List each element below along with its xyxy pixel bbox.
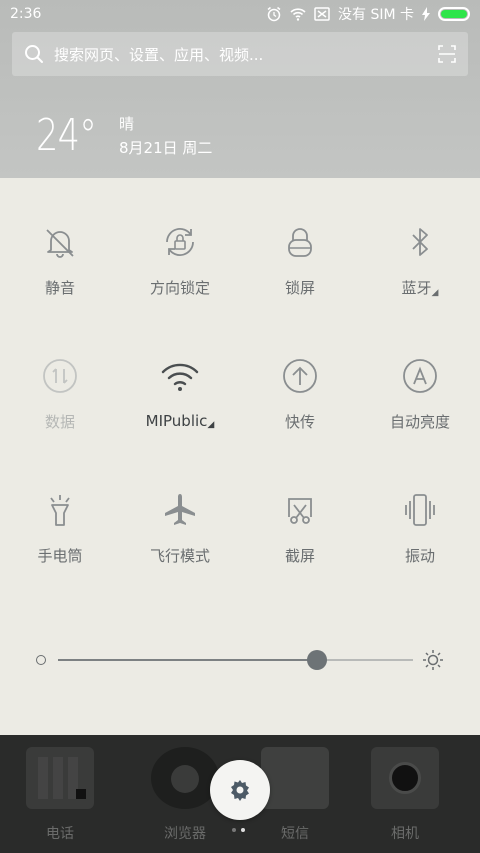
- dock-app-label: 短信: [281, 826, 309, 842]
- charging-icon: [422, 7, 430, 21]
- toggle-auto-brightness[interactable]: 自动亮度: [360, 356, 480, 432]
- search-placeholder: 搜索网页、设置、应用、视频...: [54, 45, 264, 64]
- scan-icon[interactable]: [438, 45, 456, 63]
- messages-app-icon: [261, 747, 329, 809]
- toggle-mobile-data[interactable]: 数据: [0, 356, 120, 432]
- no-sim-icon: [314, 7, 330, 21]
- brightness-handle[interactable]: [307, 650, 328, 670]
- expand-arrow-icon: ◢: [207, 420, 215, 430]
- page-indicator: [232, 828, 245, 832]
- toggle-label: 数据: [44, 413, 75, 431]
- toggle-label: MIPublic◢: [145, 412, 215, 430]
- toggle-wifi[interactable]: MIPublic◢: [120, 356, 240, 432]
- weather-date: 8月21日 周二: [119, 138, 213, 157]
- notification-header: 2:36 没有 SIM 卡 搜索网页、设置、应用、视频... 24° 晴 8月2…: [0, 0, 480, 178]
- dock-app-phone[interactable]: 电话: [10, 747, 110, 843]
- dock-app-label: 浏览器: [164, 826, 206, 842]
- toggle-label: 方向锁定: [149, 279, 210, 297]
- quick-toggles: 静音 方向锁定 锁屏 蓝牙◢ 数据 MIPublic◢ 快传 自动亮度 手电筒 …: [0, 222, 480, 566]
- dock-app-camera[interactable]: 相机: [355, 747, 455, 843]
- airplane-icon: [160, 490, 200, 529]
- search-icon: [25, 45, 43, 63]
- toggle-label: 蓝牙◢: [401, 279, 439, 298]
- sim-status-text: 没有 SIM 卡: [338, 7, 414, 23]
- auto-brightness-icon: [400, 356, 440, 395]
- toggle-screenshot[interactable]: 截屏: [240, 490, 360, 566]
- toggle-rotation-lock[interactable]: 方向锁定: [120, 222, 240, 298]
- vibrate-icon: [400, 490, 440, 529]
- search-bar[interactable]: 搜索网页、设置、应用、视频...: [12, 32, 468, 76]
- weather-condition: 晴: [119, 114, 135, 133]
- toggle-label: 截屏: [284, 547, 315, 565]
- weather-widget[interactable]: 24° 晴 8月21日 周二: [36, 110, 212, 161]
- toggle-label: 手电筒: [37, 547, 83, 565]
- toggle-label: 自动亮度: [389, 413, 450, 431]
- page-dot-current: [241, 828, 245, 832]
- phone-app-icon: [26, 747, 94, 809]
- brightness-track[interactable]: [58, 659, 413, 661]
- brightness-slider[interactable]: [36, 648, 444, 672]
- page-dot: [232, 828, 236, 832]
- gear-icon: [231, 780, 249, 801]
- toggle-vibrate[interactable]: 振动: [360, 490, 480, 566]
- alarm-icon: [267, 6, 281, 22]
- quick-transfer-icon: [280, 356, 320, 395]
- wifi-icon: [160, 356, 200, 396]
- brightness-low-icon: [36, 655, 46, 665]
- temperature: 24°: [36, 110, 97, 161]
- toggle-bluetooth[interactable]: 蓝牙◢: [360, 222, 480, 298]
- settings-button[interactable]: [210, 760, 270, 820]
- toggle-quick-transfer[interactable]: 快传: [240, 356, 360, 432]
- flashlight-icon: [40, 490, 80, 529]
- status-bar: 2:36 没有 SIM 卡: [0, 0, 480, 28]
- expand-arrow-icon: ◢: [431, 288, 439, 298]
- mobile-data-icon: [40, 356, 80, 395]
- toggle-airplane[interactable]: 飞行模式: [120, 490, 240, 566]
- browser-app-icon: [151, 747, 219, 809]
- status-time: 2:36: [10, 6, 42, 22]
- battery-icon: [438, 7, 470, 21]
- brightness-high-icon: [423, 650, 443, 670]
- toggle-label: 振动: [404, 547, 435, 565]
- lock-icon: [280, 222, 320, 261]
- camera-app-icon: [371, 747, 439, 809]
- toggle-label: 快传: [284, 413, 315, 431]
- brightness-fill: [58, 659, 318, 661]
- toggle-flashlight[interactable]: 手电筒: [0, 490, 120, 566]
- screenshot-icon: [280, 490, 320, 529]
- wifi-status-icon: [290, 8, 306, 21]
- toggle-label: 锁屏: [284, 279, 315, 297]
- dock-app-label: 相机: [391, 826, 419, 842]
- toggle-label: 飞行模式: [149, 547, 210, 565]
- bell-off-icon: [40, 222, 80, 261]
- dock-app-label: 电话: [46, 826, 74, 842]
- toggle-label: 静音: [44, 279, 75, 297]
- rotation-lock-icon: [160, 222, 200, 261]
- bluetooth-icon: [400, 222, 440, 261]
- toggle-lock-screen[interactable]: 锁屏: [240, 222, 360, 298]
- toggle-silent[interactable]: 静音: [0, 222, 120, 298]
